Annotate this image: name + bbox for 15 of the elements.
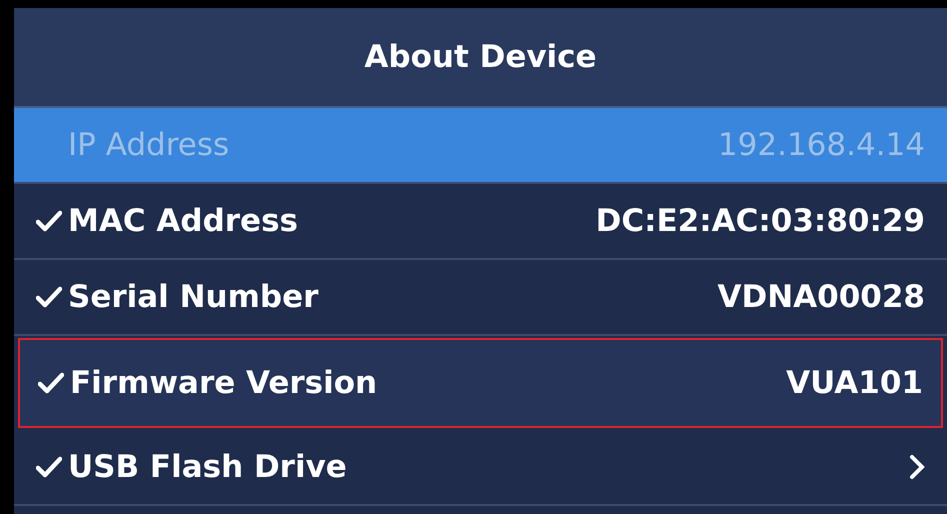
row-value: VUA101 — [786, 364, 923, 403]
row-label: USB Flash Drive — [68, 448, 347, 487]
menu-row[interactable]: Serial Number VDNA00028 — [14, 260, 947, 336]
menu-row[interactable]: USB Flash Drive — [14, 430, 947, 506]
row-value: DC:E2:AC:03:80:29 — [596, 202, 925, 241]
row-label: MAC Address — [68, 202, 298, 241]
screen-title: About Device — [364, 38, 597, 77]
menu-row[interactable]: MAC Address DC:E2:AC:03:80:29 — [14, 184, 947, 260]
row-label: Serial Number — [68, 278, 318, 317]
row-value: VDNA00028 — [717, 278, 925, 317]
row-label: IP Address — [68, 126, 230, 165]
row-value: 192.168.4.14 — [718, 126, 925, 165]
chevron-right-icon — [909, 454, 925, 480]
row-label: Firmware Version — [70, 364, 378, 403]
menu-row[interactable]: Firmware Version VUA101 — [18, 338, 943, 428]
